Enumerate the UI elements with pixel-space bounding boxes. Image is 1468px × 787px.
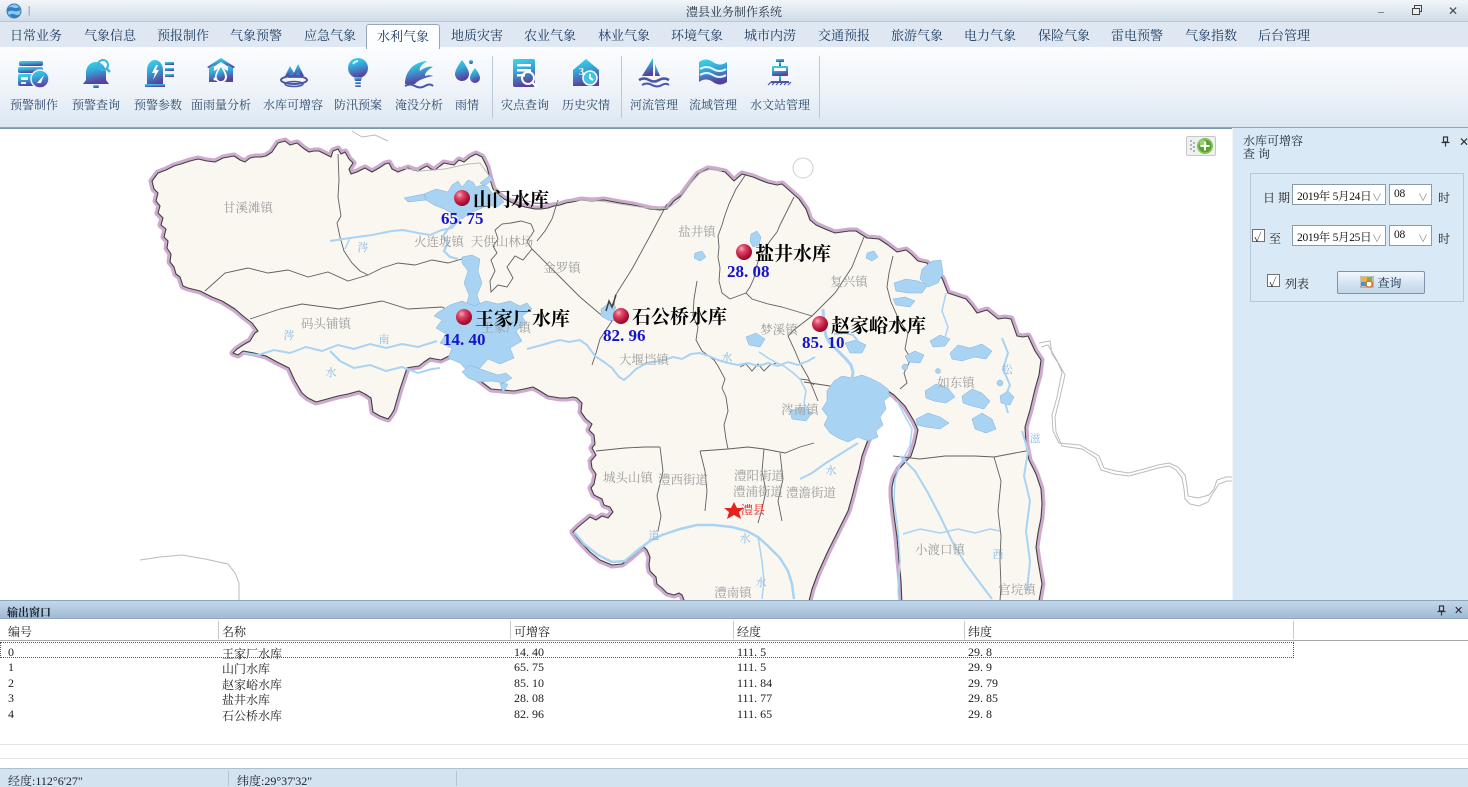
svg-text:官垸镇: 官垸镇 (998, 582, 1037, 597)
svg-text:赵家峪水库: 赵家峪水库 (831, 314, 926, 337)
svg-text:西: 西 (993, 548, 1004, 561)
svg-text:水: 水 (756, 575, 767, 589)
svg-text:松: 松 (1002, 362, 1014, 376)
svg-text:盐井镇: 盐井镇 (678, 224, 717, 239)
svg-text:火连坡镇: 火连坡镇 (414, 234, 466, 249)
svg-text:水: 水 (826, 463, 837, 477)
svg-text:码头铺镇: 码头铺镇 (301, 316, 353, 331)
svg-text:82. 96: 82. 96 (603, 326, 646, 345)
svg-text:澧阳街道: 澧阳街道 (734, 468, 785, 483)
svg-text:澧浦街道: 澧浦街道 (733, 484, 784, 499)
svg-text:如东镇: 如东镇 (937, 375, 976, 390)
svg-text:王家厂水库: 王家厂水库 (475, 307, 570, 330)
svg-text:澧南镇: 澧南镇 (714, 585, 753, 600)
svg-text:水: 水 (326, 365, 337, 379)
svg-text:梦溪镇: 梦溪镇 (760, 322, 799, 337)
svg-text:28. 08: 28. 08 (727, 262, 770, 281)
svg-text:大堰垱镇: 大堰垱镇 (619, 352, 671, 367)
svg-text:澧澹街道: 澧澹街道 (786, 485, 837, 500)
svg-text:天供山林场: 天供山林场 (471, 234, 534, 249)
svg-text:涔: 涔 (284, 328, 295, 342)
svg-text:水: 水 (740, 531, 751, 545)
svg-text:澧西街道: 澧西街道 (658, 472, 709, 487)
svg-text:南: 南 (379, 333, 390, 346)
svg-text:道: 道 (649, 529, 660, 542)
svg-text:石公桥水库: 石公桥水库 (632, 305, 727, 328)
svg-text:复兴镇: 复兴镇 (830, 274, 869, 289)
svg-text:涔南镇: 涔南镇 (781, 402, 820, 417)
svg-text:澧县: 澧县 (741, 502, 765, 517)
svg-text:山门水库: 山门水库 (473, 188, 549, 211)
svg-text:城头山镇: 城头山镇 (603, 470, 655, 485)
svg-text:滋: 滋 (1030, 431, 1041, 445)
svg-text:水: 水 (722, 350, 733, 364)
svg-text:14. 40: 14. 40 (443, 330, 486, 349)
svg-text:65. 75: 65. 75 (441, 209, 484, 228)
svg-text:甘溪滩镇: 甘溪滩镇 (223, 200, 275, 215)
svg-text:85. 10: 85. 10 (802, 333, 845, 352)
svg-text:金罗镇: 金罗镇 (543, 260, 582, 275)
svg-text:小渡口镇: 小渡口镇 (915, 542, 967, 557)
svg-text:涔: 涔 (358, 240, 369, 254)
